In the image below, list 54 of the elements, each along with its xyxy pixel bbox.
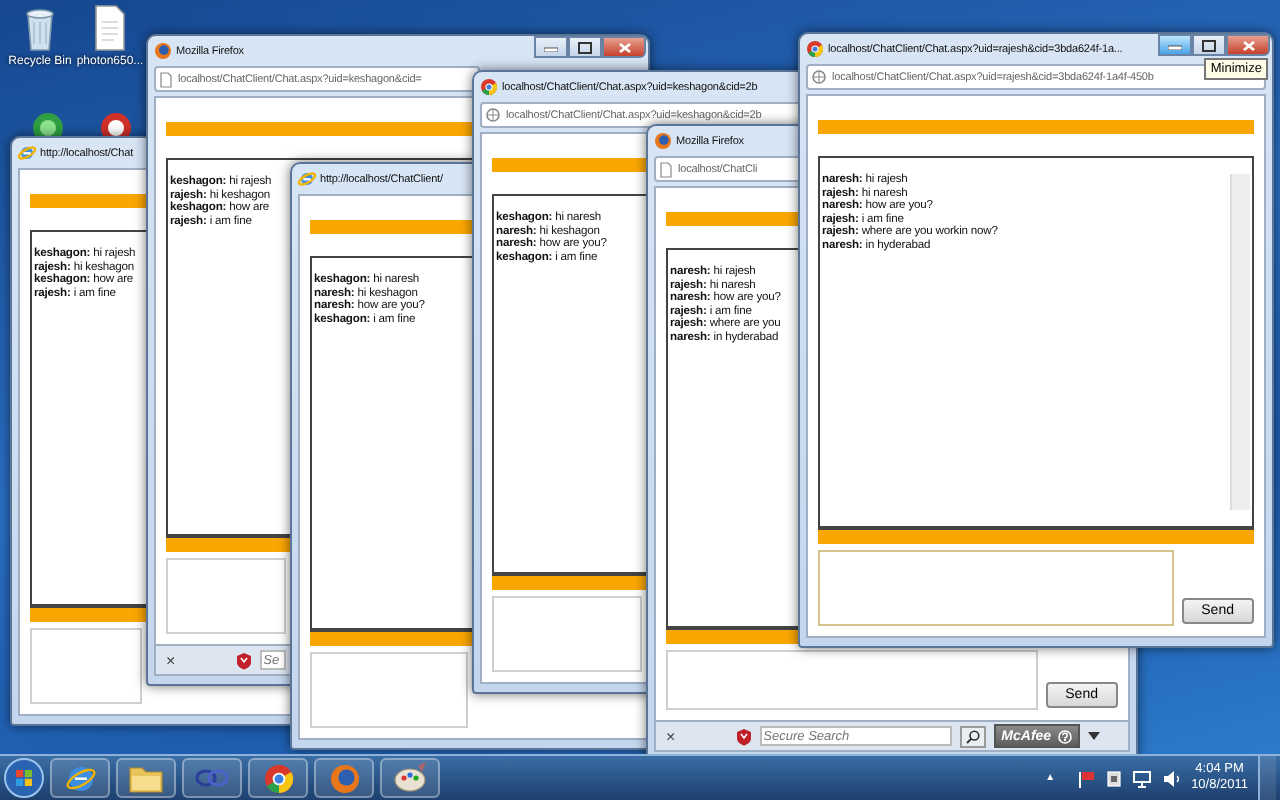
close-button[interactable] — [602, 36, 646, 58]
close-icon — [1241, 39, 1255, 51]
message-input[interactable] — [492, 596, 642, 672]
globe-logo-icon — [329, 763, 359, 793]
device-icon[interactable] — [1105, 769, 1122, 787]
flag-icon[interactable] — [1077, 769, 1096, 787]
taskbar-app[interactable] — [314, 758, 374, 798]
page-icon — [160, 71, 172, 87]
close-button[interactable] — [1226, 34, 1270, 56]
taskbar-app[interactable] — [50, 758, 110, 798]
document-icon — [94, 4, 126, 52]
palette-icon — [392, 760, 428, 796]
minimize-button[interactable] — [534, 36, 568, 58]
maximize-button[interactable] — [568, 36, 602, 58]
message-input[interactable] — [166, 558, 286, 634]
maximize-button[interactable] — [1192, 34, 1226, 56]
shield-icon — [735, 727, 752, 745]
trash-bin-icon — [22, 4, 58, 52]
taskbar-app[interactable] — [116, 758, 176, 798]
taskbar-app[interactable] — [380, 758, 440, 798]
maximize-icon — [578, 41, 592, 53]
ring-logo-icon — [806, 40, 824, 58]
search-icon — [965, 729, 980, 743]
taskbar-app[interactable] — [248, 758, 308, 798]
network-icon[interactable] — [1131, 769, 1152, 787]
show-desktop-button[interactable] — [1258, 756, 1276, 800]
minimize-icon — [1168, 40, 1182, 50]
globe-icon — [486, 108, 500, 122]
swoosh-logo-icon — [65, 763, 95, 793]
globe-logo-icon — [154, 42, 172, 60]
ring-logo-icon — [480, 78, 498, 96]
maximize-icon — [1202, 39, 1216, 51]
close-bar-button[interactable]: × — [662, 727, 680, 745]
minimize-button[interactable] — [1158, 34, 1192, 56]
close-bar-button[interactable]: × — [162, 651, 180, 669]
message-input[interactable] — [818, 550, 1174, 626]
dropdown-icon[interactable] — [1087, 732, 1100, 740]
globe-icon — [812, 70, 826, 84]
search-button[interactable] — [959, 725, 986, 747]
globe-logo-icon — [654, 132, 672, 150]
minimize-icon — [544, 42, 558, 52]
page-icon — [660, 161, 672, 177]
message-input[interactable] — [666, 650, 1038, 710]
ring-logo-icon — [263, 763, 293, 793]
swoosh-logo-icon — [298, 170, 316, 188]
swoosh-logo-icon — [18, 144, 36, 162]
taskbar-app[interactable] — [182, 758, 242, 798]
message-input[interactable] — [310, 652, 468, 728]
start-orb-icon[interactable] — [4, 758, 44, 798]
help-icon — [1057, 729, 1072, 743]
shield-icon — [235, 651, 252, 669]
speaker-icon[interactable] — [1161, 769, 1182, 787]
close-icon — [617, 41, 631, 53]
message-input[interactable] — [30, 628, 142, 704]
